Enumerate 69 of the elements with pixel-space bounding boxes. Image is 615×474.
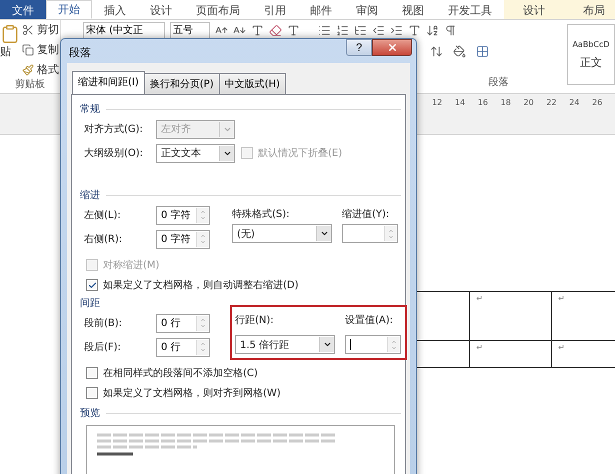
- field-label: 段后(F):: [84, 340, 122, 354]
- borders-icon[interactable]: [476, 45, 489, 58]
- shading-icon[interactable]: [453, 45, 466, 58]
- section-heading: 预览: [80, 407, 100, 420]
- close-button[interactable]: [372, 39, 412, 56]
- ruler-number: 26: [592, 98, 604, 107]
- format-painter-button[interactable]: 格式: [37, 62, 59, 77]
- line-spacing-icon[interactable]: [430, 45, 443, 58]
- ruler-number: 24: [569, 98, 580, 107]
- close-icon: [386, 42, 398, 53]
- dialog-tab[interactable]: 中文版式(H): [218, 73, 286, 95]
- checkbox-label: 如果定义了文档网格，则对齐到网格(W): [103, 386, 281, 400]
- dialog-tab[interactable]: 换行和分页(P): [144, 73, 220, 95]
- paintbrush-icon[interactable]: [22, 64, 34, 76]
- copy-icon[interactable]: [22, 44, 34, 56]
- dialog-title: 段落: [68, 45, 92, 60]
- clipboard-icon[interactable]: [0, 24, 20, 44]
- field-label: 对齐方式(G):: [84, 122, 144, 136]
- field-label: 右侧(R):: [84, 233, 124, 246]
- dropdown[interactable]: 正文文本: [156, 144, 235, 162]
- field-label: 行距(N):: [235, 314, 275, 327]
- checkbox-label: 对称缩进(M): [103, 258, 160, 272]
- ribbon-tab[interactable]: 开始: [46, 0, 92, 19]
- ribbon-tab[interactable]: 布局: [564, 0, 615, 19]
- table-cell: ↵: [470, 292, 552, 340]
- cut-button[interactable]: 剪切: [37, 22, 59, 37]
- field-label: 设置值(A):: [345, 314, 394, 327]
- dropdown[interactable]: 1.5 倍行距: [235, 335, 335, 354]
- dropdown[interactable]: (无): [232, 224, 332, 243]
- table-cell: ↵: [470, 340, 552, 368]
- checkbox-label: 如果定义了文档网格，则自动调整右缩进(D): [103, 278, 299, 292]
- ribbon-tab[interactable]: 设计: [504, 0, 564, 19]
- pilcrow-icon[interactable]: [444, 24, 457, 36]
- style-gallery-item[interactable]: AaBbCcD 正文: [567, 24, 615, 85]
- checkbox[interactable]: [86, 387, 98, 399]
- ruler-number: 12: [432, 98, 444, 107]
- checkbox[interactable]: [86, 279, 98, 291]
- section-heading: 缩进: [80, 188, 100, 202]
- numbered-list-icon[interactable]: [336, 24, 349, 36]
- ribbon-tab[interactable]: 文件: [0, 0, 46, 19]
- help-button[interactable]: ?: [346, 39, 372, 56]
- increase-indent-icon[interactable]: [390, 24, 403, 36]
- field-label: 大纲级别(O):: [84, 146, 144, 160]
- group-label: 段落: [488, 76, 510, 90]
- paste-button[interactable]: 贴: [0, 44, 11, 59]
- field-label: 段前(B):: [84, 317, 124, 330]
- table-cell: ↵: [552, 292, 615, 340]
- checkbox-label: 默认情况下折叠(E): [258, 146, 342, 160]
- ruler-number: 14: [454, 98, 466, 107]
- dialog-tab[interactable]: 缩进和间距(I): [72, 71, 145, 95]
- checkbox[interactable]: [86, 367, 98, 379]
- eraser-icon[interactable]: [269, 24, 282, 36]
- scissors-icon[interactable]: [22, 24, 34, 36]
- copy-button[interactable]: 复制: [37, 42, 59, 57]
- field-label: 缩进值(Y):: [342, 208, 390, 221]
- ruler-number: 16: [478, 98, 489, 107]
- checkbox-label: 在相同样式的段落间不添加空格(C): [103, 366, 258, 380]
- ruler-number: 22: [546, 98, 558, 107]
- sort-icon[interactable]: [426, 24, 439, 36]
- field-label: 左侧(L):: [84, 209, 122, 222]
- field-label: 特殊格式(S):: [232, 208, 291, 221]
- multilevel-list-icon[interactable]: [354, 24, 367, 36]
- ruler-number: 18: [500, 98, 512, 107]
- section-heading: 常规: [80, 102, 100, 116]
- ruler-number: 20: [524, 98, 535, 107]
- check-icon: [88, 280, 96, 290]
- section-heading: 间距: [80, 297, 100, 310]
- decrease-indent-icon[interactable]: [372, 24, 385, 36]
- group-label: 剪贴板: [14, 78, 46, 92]
